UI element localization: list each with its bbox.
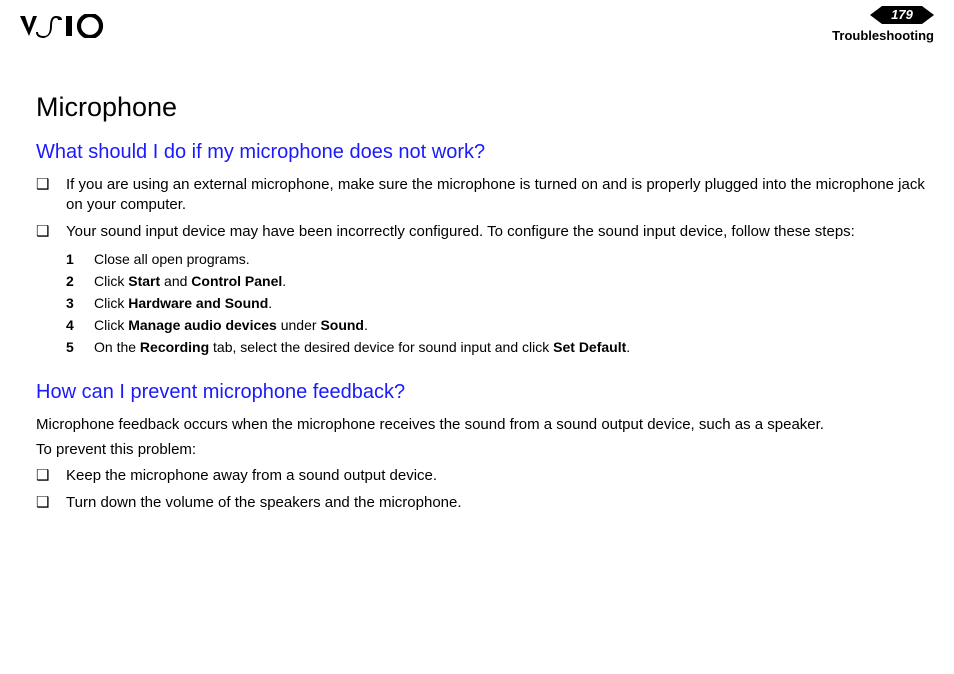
step-number: 4 [66,316,94,334]
page-title: Microphone [36,90,932,125]
vaio-logo [20,14,116,43]
bullet-text: If you are using an external microphone,… [66,175,932,214]
bullet-item: ❑ Keep the microphone away from a sound … [36,466,932,486]
step-number: 3 [66,294,94,312]
step-item: 2 Click Start and Control Panel. [66,272,932,290]
step-number: 5 [66,338,94,356]
bullet-item: ❑ Your sound input device may have been … [36,222,932,242]
step-text: Click Hardware and Sound. [94,294,932,312]
page-nav: 179 [870,6,934,24]
prev-page-arrow-icon[interactable] [870,6,882,24]
bullet-text: Keep the microphone away from a sound ou… [66,466,932,486]
step-number: 2 [66,272,94,290]
page-content: Microphone What should I do if my microp… [36,90,932,521]
bullet-item: ❑ If you are using an external microphon… [36,175,932,214]
next-page-arrow-icon[interactable] [922,6,934,24]
page-number: 179 [882,6,922,24]
bullet-icon: ❑ [36,175,66,214]
bullet-text: Turn down the volume of the speakers and… [66,493,932,513]
bullet-icon: ❑ [36,222,66,242]
step-text: Click Start and Control Panel. [94,272,932,290]
step-text: Close all open programs. [94,250,932,268]
step-item: 5 On the Recording tab, select the desir… [66,338,932,356]
step-item: 4 Click Manage audio devices under Sound… [66,316,932,334]
bullet-item: ❑ Turn down the volume of the speakers a… [36,493,932,513]
step-item: 3 Click Hardware and Sound. [66,294,932,312]
paragraph: To prevent this problem: [36,440,932,460]
section-title: Troubleshooting [832,28,934,43]
step-item: 1 Close all open programs. [66,250,932,268]
bullet-icon: ❑ [36,466,66,486]
paragraph: Microphone feedback occurs when the micr… [36,415,932,435]
bullet-text: Your sound input device may have been in… [66,222,932,242]
question-heading: What should I do if my microphone does n… [36,139,932,165]
bullet-icon: ❑ [36,493,66,513]
question-heading: How can I prevent microphone feedback? [36,379,932,405]
step-text: Click Manage audio devices under Sound. [94,316,932,334]
step-number: 1 [66,250,94,268]
step-text: On the Recording tab, select the desired… [94,338,932,356]
